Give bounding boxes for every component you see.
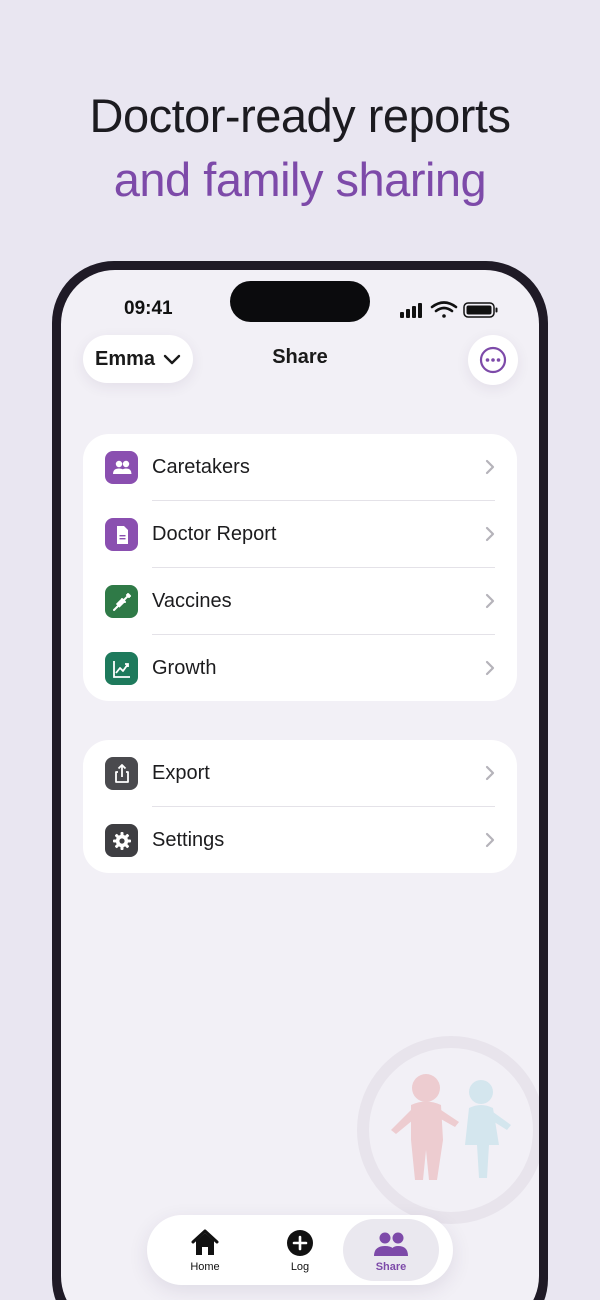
list-item-settings[interactable]: Settings bbox=[83, 807, 517, 874]
vaccines-label: Vaccines bbox=[152, 590, 232, 612]
list-item-caretakers[interactable]: Caretakers bbox=[83, 434, 517, 501]
status-time: 09:41 bbox=[124, 298, 173, 319]
list-item-vaccines[interactable]: Vaccines bbox=[83, 568, 517, 635]
chevron-right-icon bbox=[485, 660, 495, 676]
headline-line-1: Doctor-ready reports bbox=[89, 89, 512, 142]
headline-line-2: and family sharing bbox=[113, 153, 487, 206]
caretakers-label: Caretakers bbox=[152, 456, 250, 478]
list-item-growth[interactable]: Growth bbox=[83, 635, 517, 702]
share-options-card: Caretakers Doctor Report Vaccines Growth bbox=[83, 434, 517, 701]
marketing-headline: Doctor-ready reports and family sharing bbox=[0, 84, 600, 212]
caretakers-icon-tile bbox=[105, 451, 138, 484]
tab-log-label: Log bbox=[290, 1261, 310, 1273]
vaccines-icon-tile bbox=[105, 585, 138, 618]
cellular-signal-icon bbox=[400, 303, 422, 318]
chevron-right-icon bbox=[485, 765, 495, 781]
share-icon bbox=[114, 763, 129, 783]
people-icon bbox=[112, 460, 131, 474]
doctor-report-icon-tile bbox=[105, 518, 138, 551]
gear-icon bbox=[112, 831, 131, 850]
settings-icon-tile bbox=[105, 824, 138, 857]
ellipsis-circle-icon bbox=[479, 346, 507, 374]
growth-label: Growth bbox=[152, 657, 217, 679]
doctor-report-label: Doctor Report bbox=[152, 523, 277, 545]
chevron-right-icon bbox=[485, 459, 495, 475]
children-watermark-icon bbox=[357, 1036, 539, 1224]
house-icon bbox=[191, 1229, 219, 1255]
tab-share-label: Share bbox=[375, 1261, 407, 1273]
plus-circle-icon bbox=[287, 1230, 313, 1256]
export-label: Export bbox=[152, 762, 210, 784]
people-icon bbox=[374, 1232, 408, 1256]
chevron-right-icon bbox=[485, 832, 495, 848]
chevron-right-icon bbox=[485, 526, 495, 542]
phone-screen: 09:41 Emma Share Caretakers Doctor Repor… bbox=[61, 270, 539, 1300]
chart-icon bbox=[112, 660, 130, 678]
tab-home-label: Home bbox=[190, 1261, 220, 1273]
growth-icon-tile bbox=[105, 652, 138, 685]
document-icon bbox=[116, 525, 128, 544]
tab-log[interactable]: Log bbox=[252, 1219, 348, 1281]
list-item-export[interactable]: Export bbox=[83, 740, 517, 807]
export-icon-tile bbox=[105, 757, 138, 790]
chevron-right-icon bbox=[485, 593, 495, 609]
tab-share[interactable]: Share bbox=[343, 1219, 439, 1281]
tab-bar: Home Log Share bbox=[147, 1215, 453, 1285]
dynamic-island bbox=[230, 281, 370, 322]
status-icons bbox=[400, 301, 498, 318]
phone-frame: 09:41 Emma Share Caretakers Doctor Repor… bbox=[52, 261, 548, 1300]
syringe-icon bbox=[112, 592, 131, 611]
wifi-icon bbox=[430, 301, 458, 318]
app-options-card: Export Settings bbox=[83, 740, 517, 873]
more-button[interactable] bbox=[468, 335, 518, 385]
list-item-doctor-report[interactable]: Doctor Report bbox=[83, 501, 517, 568]
settings-label: Settings bbox=[152, 829, 225, 851]
battery-icon bbox=[463, 302, 498, 318]
tab-home[interactable]: Home bbox=[157, 1219, 253, 1281]
